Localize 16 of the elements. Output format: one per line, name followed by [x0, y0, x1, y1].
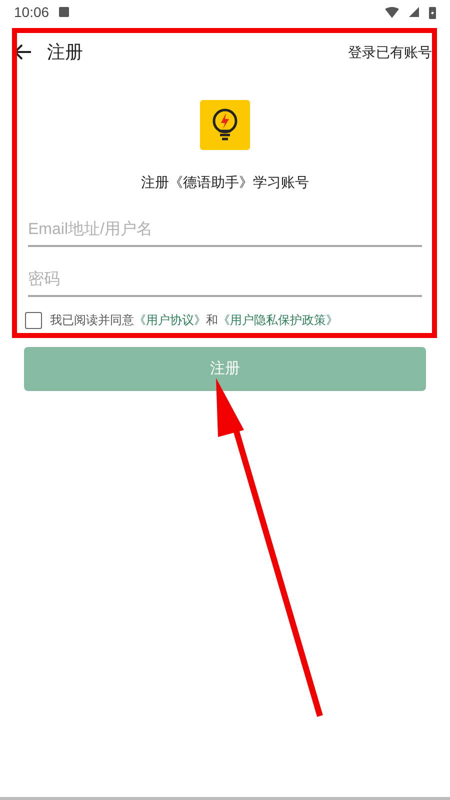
agreement-checkbox[interactable]: [25, 312, 42, 328]
lightbulb-icon: [200, 100, 250, 150]
intro-text: 注册《德语助手》学习账号: [141, 173, 309, 192]
wifi-icon: [385, 6, 399, 18]
status-time: 10:06: [14, 2, 50, 22]
login-link[interactable]: 登录已有账号: [348, 42, 432, 62]
page-title: 注册: [47, 40, 83, 64]
agreement-text: 我已阅读并同意《用户协议》和《用户隐私保护政策》: [50, 312, 338, 329]
input-field[interactable]: 密码: [28, 265, 422, 297]
battery-icon: [429, 6, 436, 18]
agreement-link[interactable]: 《用户隐私保护政策》: [218, 313, 338, 327]
signal-icon: [409, 7, 419, 17]
back-icon[interactable]: [14, 44, 32, 60]
notification-icon: [59, 7, 70, 17]
input-field[interactable]: Email地址/用户名: [28, 215, 422, 247]
agreement-link[interactable]: 《用户协议》: [134, 313, 206, 327]
